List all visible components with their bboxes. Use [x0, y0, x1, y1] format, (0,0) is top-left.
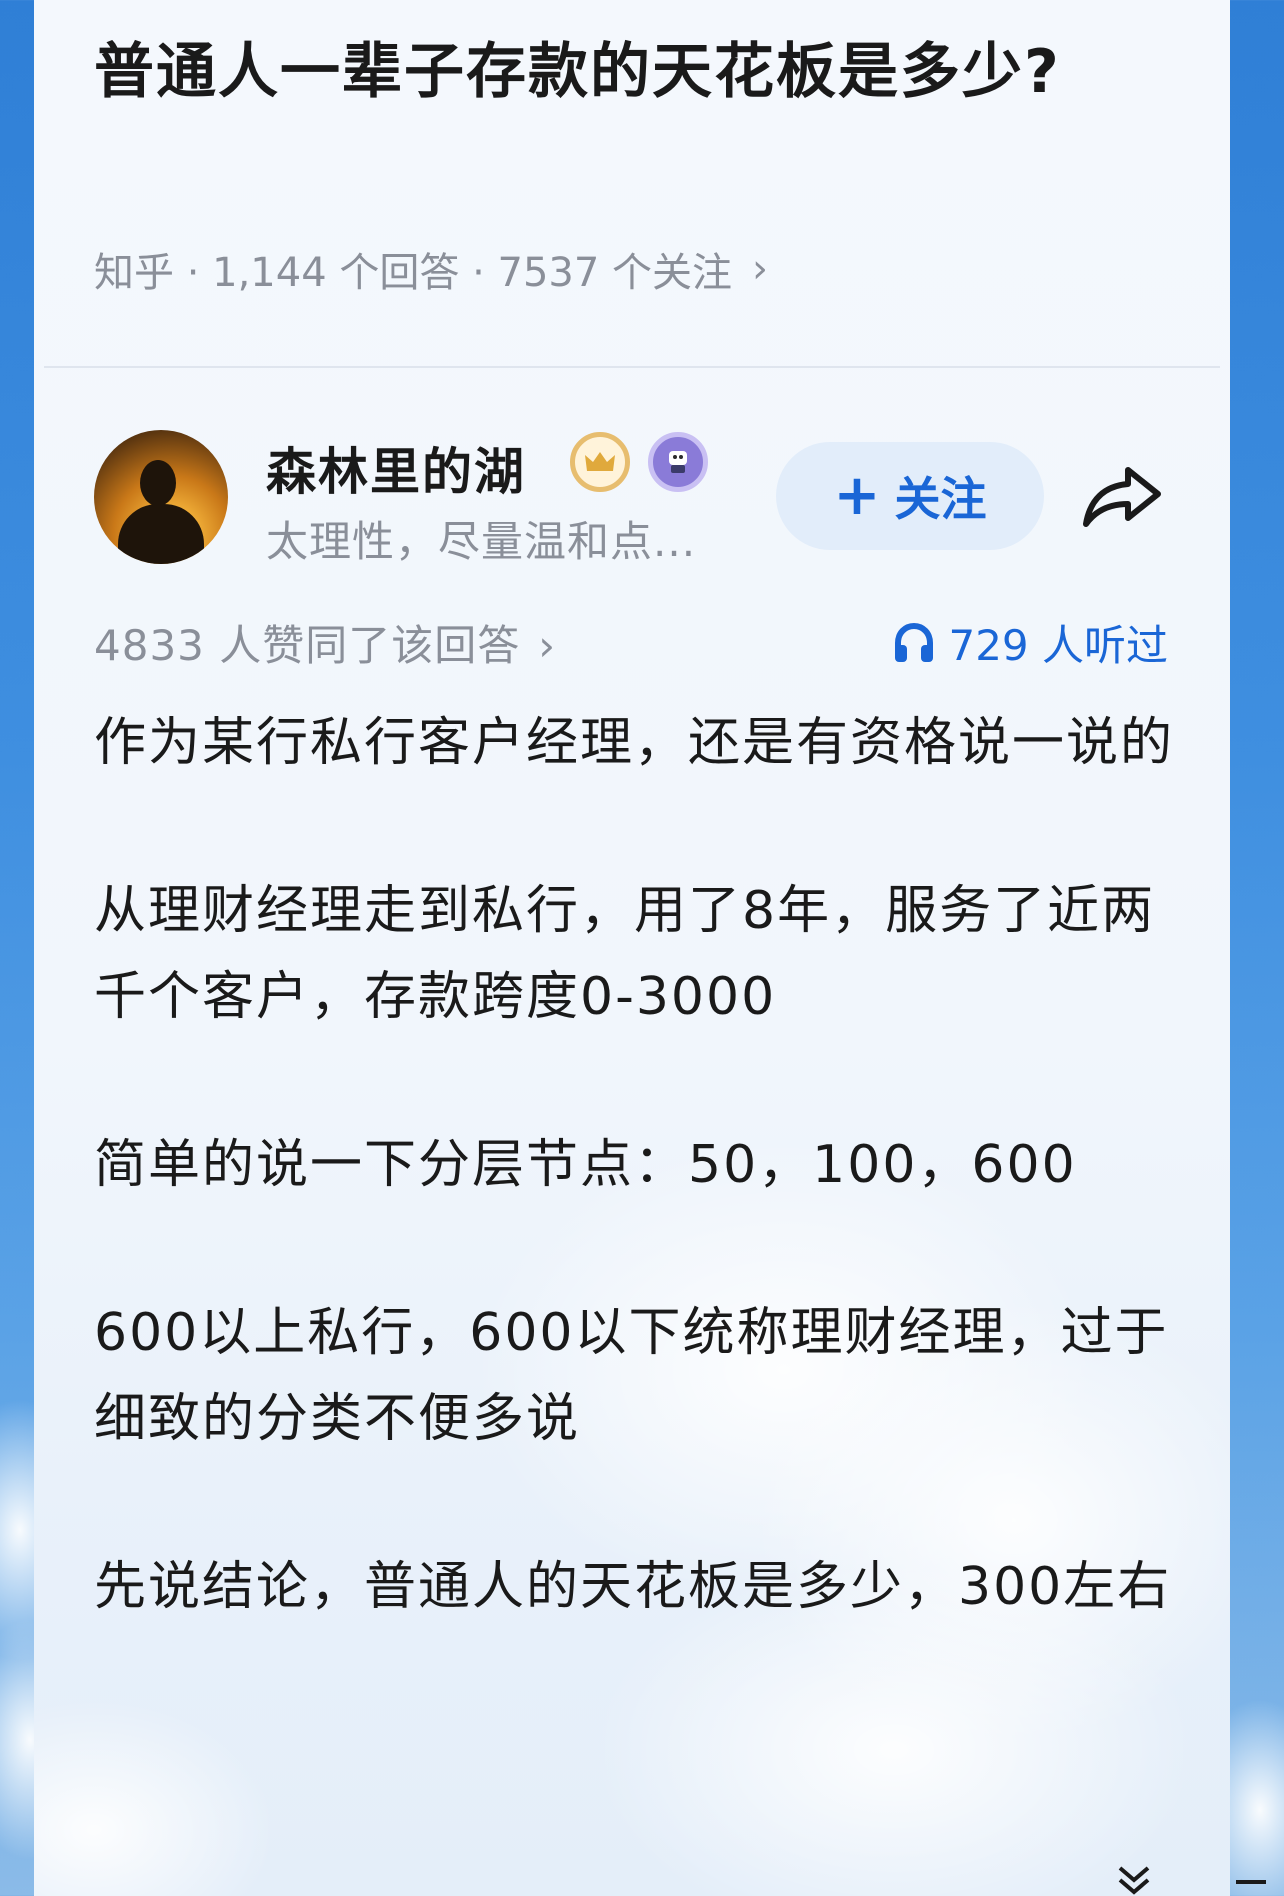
- answer-paragraph: 作为某行私行客户经理，还是有资格说一说的: [94, 713, 1175, 773]
- headphones-icon: [895, 622, 934, 662]
- divider: [44, 366, 1220, 368]
- crown-icon: [585, 452, 615, 471]
- question-meta-text: 知乎 · 1,144 个回答 · 7537 个关注: [94, 250, 733, 296]
- answer-card: 普通人一辈子存款的天花板是多少? 知乎 · 1,144 个回答 · 7537 个…: [34, 0, 1230, 1896]
- share-icon[interactable]: [1080, 460, 1166, 532]
- answer-paragraph: 简单的说一下分层节点：50，100，600: [94, 1135, 1077, 1195]
- question-title[interactable]: 普通人一辈子存款的天花板是多少?: [94, 22, 1114, 122]
- listen-count-text: 729 人听过: [948, 621, 1168, 670]
- author-name[interactable]: 森林里的湖: [266, 432, 526, 504]
- listen-count[interactable]: 729 人听过: [892, 612, 1168, 673]
- answer-paragraph: 从理财经理走到私行，用了8年，服务了近两千个客户，存款跨度0-3000: [94, 881, 1156, 1027]
- follow-button[interactable]: + 关注: [776, 442, 1044, 550]
- vote-count-text: 4833 人赞同了该回答: [94, 621, 521, 670]
- follow-label: 关注: [894, 472, 987, 526]
- chevron-right-icon: ›: [538, 621, 557, 670]
- avatar-silhouette-head: [140, 460, 176, 506]
- vote-count[interactable]: 4833 人赞同了该回答 ›: [94, 612, 556, 673]
- figure-badge-icon[interactable]: [648, 432, 708, 492]
- answer-paragraph: 先说结论，普通人的天花板是多少，300左右: [94, 1557, 1172, 1617]
- card-cloud: [34, 1700, 274, 1896]
- avatar-silhouette-body: [118, 504, 204, 564]
- crown-badge-icon[interactable]: [570, 432, 630, 492]
- chevron-down-icon[interactable]: [1114, 1862, 1154, 1896]
- chevron-right-icon: ›: [752, 246, 769, 292]
- author-bio: 太理性，尽量温和点...: [266, 517, 697, 566]
- answer-body[interactable]: 作为某行私行客户经理，还是有资格说一说的 从理财经理走到私行，用了8年，服务了近…: [94, 700, 1174, 1712]
- scroll-indicator: [1236, 1880, 1266, 1884]
- answer-paragraph: 600以上私行，600以下统称理财经理，过于细致的分类不便多说: [94, 1303, 1169, 1449]
- figure-icon: [669, 451, 687, 473]
- question-meta[interactable]: 知乎 · 1,144 个回答 · 7537 个关注 ›: [94, 240, 768, 298]
- avatar[interactable]: [94, 430, 228, 564]
- plus-icon: +: [833, 463, 881, 528]
